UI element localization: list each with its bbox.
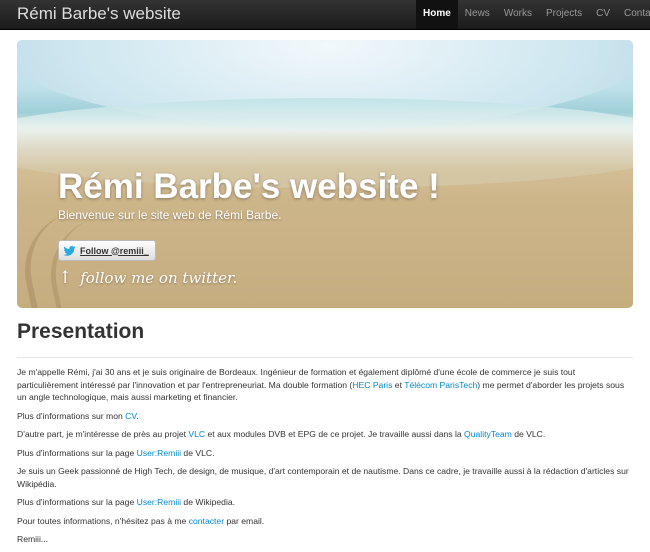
- hero-subtitle: Bienvenue sur le site web de Rémi Barbe.: [58, 208, 282, 222]
- link-user-remiii-wikipedia[interactable]: User:Remiii: [137, 497, 181, 507]
- text: et aux modules DVB et EPG de ce projet. …: [205, 429, 465, 439]
- nav-works[interactable]: Works: [497, 0, 539, 29]
- twitter-follow-label: Follow @remiii_: [80, 245, 149, 256]
- text: et: [392, 379, 405, 390]
- paragraph-contact: Pour toutes informations, n'hésitez pas …: [17, 515, 633, 528]
- paragraph-cv: Plus d'informations sur mon CV.: [17, 410, 633, 423]
- presentation-heading: Presentation: [17, 320, 145, 343]
- text: .: [136, 410, 139, 421]
- paragraph-vlc: D'autre part, je m'intéresse de près au …: [17, 428, 633, 441]
- follow-note-text: follow me on twitter.: [80, 269, 238, 287]
- nav-cv[interactable]: CV: [589, 0, 617, 29]
- brand-link[interactable]: Rémi Barbe's website: [17, 4, 181, 24]
- link-contact[interactable]: contacter: [189, 516, 224, 526]
- text: de VLC.: [511, 429, 546, 439]
- text: Plus d'informations sur la page: [17, 447, 137, 458]
- link-vlc[interactable]: VLC: [188, 429, 205, 439]
- link-telecom-paristech[interactable]: Télécom ParisTech: [404, 380, 477, 390]
- nav-menu: Home News Works Projects CV Contact: [416, 0, 650, 29]
- link-user-remiii-vlc[interactable]: User:Remiii: [137, 448, 181, 458]
- text: de Wikipedia.: [181, 497, 236, 507]
- presentation-content: Je m'appelle Rémi, j'ai 30 ans et je sui…: [17, 366, 633, 552]
- paragraph-intro: Je m'appelle Rémi, j'ai 30 ans et je sui…: [17, 366, 633, 404]
- link-cv[interactable]: CV: [125, 411, 136, 421]
- hero-banner: Rémi Barbe's website ! Bienvenue sur le …: [17, 40, 633, 308]
- twitter-bird-icon: [63, 245, 76, 256]
- text: Plus d'informations sur la page: [17, 497, 137, 507]
- paragraph-geek: Je suis un Geek passionné de High Tech, …: [17, 466, 629, 489]
- link-hec-paris[interactable]: HEC Paris: [352, 380, 392, 390]
- up-arrow-icon: ↑: [58, 268, 73, 288]
- text: de VLC.: [181, 447, 215, 458]
- section-divider: [17, 357, 633, 358]
- nav-projects[interactable]: Projects: [539, 0, 589, 29]
- text: Plus d'informations sur mon: [17, 410, 126, 421]
- twitter-follow-button[interactable]: Follow @remiii_: [58, 240, 156, 261]
- text: Pour toutes informations, n'hésitez pas …: [17, 515, 189, 526]
- paragraph-wikipedia: Plus d'informations sur la page User:Rem…: [17, 496, 633, 509]
- top-navbar: Rémi Barbe's website Home News Works Pro…: [0, 0, 650, 30]
- nav-home[interactable]: Home: [416, 0, 458, 29]
- text: par email.: [224, 515, 265, 526]
- follow-note: ↑ follow me on twitter.: [58, 268, 237, 288]
- hero-title: Rémi Barbe's website !: [58, 167, 440, 206]
- nav-contact[interactable]: Contact: [617, 0, 650, 29]
- link-qualityteam[interactable]: QualityTeam: [464, 429, 512, 439]
- text: D'autre part, je m'intéresse de près au …: [17, 429, 189, 439]
- nav-news[interactable]: News: [458, 0, 497, 29]
- paragraph-vlc-user: Plus d'informations sur la page User:Rem…: [17, 447, 633, 460]
- paragraph-signature: Remiii...: [17, 534, 49, 544]
